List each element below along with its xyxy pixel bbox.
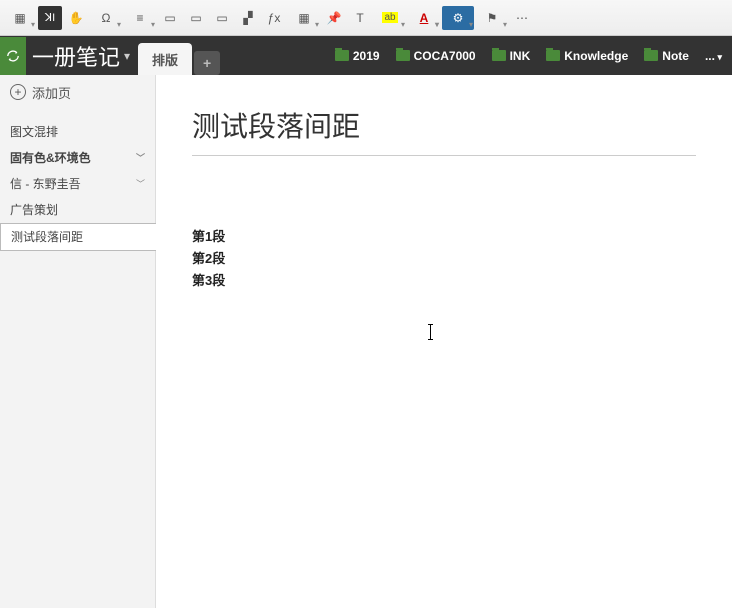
more-icon[interactable]: ⋯ (510, 6, 534, 30)
chart-icon[interactable]: ▞ (236, 6, 260, 30)
insert-block-icon[interactable]: ▭ (158, 6, 182, 30)
sync-button[interactable] (0, 37, 26, 75)
tab-active[interactable]: 排版 (138, 43, 192, 75)
section-tabs: 排版 + (138, 36, 222, 75)
align-icon[interactable]: ≡ (124, 6, 156, 30)
page-item-label: 信 - 东野圭吾 (10, 175, 81, 193)
page-item-label: 图文混排 (10, 123, 58, 141)
page-list: 图文混排固有色&环境色 ﹀ 信 - 东野圭吾 ﹀ 广告策划测试段落间距 (0, 109, 155, 251)
page-item[interactable]: 固有色&环境色 ﹀ (0, 145, 155, 171)
tab-label: 排版 (152, 50, 178, 69)
chevron-down-icon: ﹀ (136, 175, 145, 193)
font-color-icon[interactable]: A (408, 6, 440, 30)
folder-icon (546, 50, 560, 61)
text-cursor-icon (430, 324, 431, 340)
notebook-title-label: 一册笔记 (32, 40, 120, 72)
quicklink-ink[interactable]: INK (488, 47, 535, 65)
folder-icon (396, 50, 410, 61)
folder-icon (644, 50, 658, 61)
text-select-icon[interactable]: ꓘI (38, 6, 62, 30)
page-item[interactable]: 图文混排 (0, 119, 155, 145)
page-item-label: 固有色&环境色 (10, 149, 91, 167)
quicklink-label: COCA7000 (414, 49, 476, 63)
paragraph[interactable]: 第3段 (192, 270, 696, 292)
quick-links: 2019 COCA7000 INK Knowledge Note ... ▾ (331, 47, 732, 65)
text-tool-icon[interactable]: T (348, 6, 372, 30)
paragraph[interactable]: 第1段 (192, 226, 696, 248)
page-title[interactable]: 测试段落间距 (192, 105, 696, 156)
notebook-selector[interactable]: 一册笔记 ▾ (26, 40, 138, 72)
header-bar: 一册笔记 ▾ 排版 + 2019 COCA7000 INK Knowledge Note… (0, 36, 732, 75)
equation-icon[interactable]: ƒx (262, 6, 286, 30)
add-page-label: 添加页 (32, 83, 71, 102)
paragraph[interactable]: 第2段 (192, 248, 696, 270)
chevron-down-icon: ▾ (124, 49, 130, 63)
properties-icon[interactable]: ⚙ (442, 6, 474, 30)
folder-icon (492, 50, 506, 61)
table-icon[interactable]: ▦ (4, 6, 36, 30)
editor-canvas[interactable]: 测试段落间距 第1段第2段第3段 (156, 75, 732, 608)
quicklink-coca7000[interactable]: COCA7000 (392, 47, 480, 65)
insert-block2-icon[interactable]: ▭ (184, 6, 208, 30)
add-tab-button[interactable]: + (194, 51, 220, 75)
chevron-down-icon: ﹀ (136, 149, 145, 167)
toolbar: ▦ꓘI✋Ω≡▭▭▭▞ƒx▦📌TabA⚙⚑⋯ (0, 0, 732, 36)
page-item[interactable]: 信 - 东野圭吾 ﹀ (0, 171, 155, 197)
quicklink-2019[interactable]: 2019 (331, 47, 384, 65)
quicklink-knowledge[interactable]: Knowledge (542, 47, 632, 65)
quicklink-label: Knowledge (564, 49, 628, 63)
page-item-label: 测试段落间距 (11, 228, 83, 246)
page-item[interactable]: 广告策划 (0, 197, 155, 223)
highlight-icon[interactable]: ab (374, 6, 406, 30)
folder-icon (335, 50, 349, 61)
insert-block3-icon[interactable]: ▭ (210, 6, 234, 30)
omega-icon[interactable]: Ω (90, 6, 122, 30)
document-body[interactable]: 第1段第2段第3段 (192, 226, 696, 292)
quicklink-label: 2019 (353, 49, 380, 63)
quicklink-label: INK (510, 49, 531, 63)
page-item-label: 广告策划 (10, 201, 58, 219)
page-item[interactable]: 测试段落间距 (0, 223, 156, 251)
quicklink-note[interactable]: Note (640, 47, 693, 65)
chevron-down-icon: ▾ (715, 52, 722, 62)
pin-icon[interactable]: 📌 (322, 6, 346, 30)
calendar-icon[interactable]: ▦ (288, 6, 320, 30)
page-sidebar: + 添加页 图文混排固有色&环境色 ﹀ 信 - 东野圭吾 ﹀ 广告策划测试段落间距 (0, 75, 156, 608)
quicklinks-more-button[interactable]: ... ▾ (701, 49, 726, 63)
flag-icon[interactable]: ⚑ (476, 6, 508, 30)
plus-circle-icon: + (10, 84, 26, 100)
quicklink-label: Note (662, 49, 689, 63)
hand-icon[interactable]: ✋ (64, 6, 88, 30)
add-page-button[interactable]: + 添加页 (0, 75, 155, 109)
